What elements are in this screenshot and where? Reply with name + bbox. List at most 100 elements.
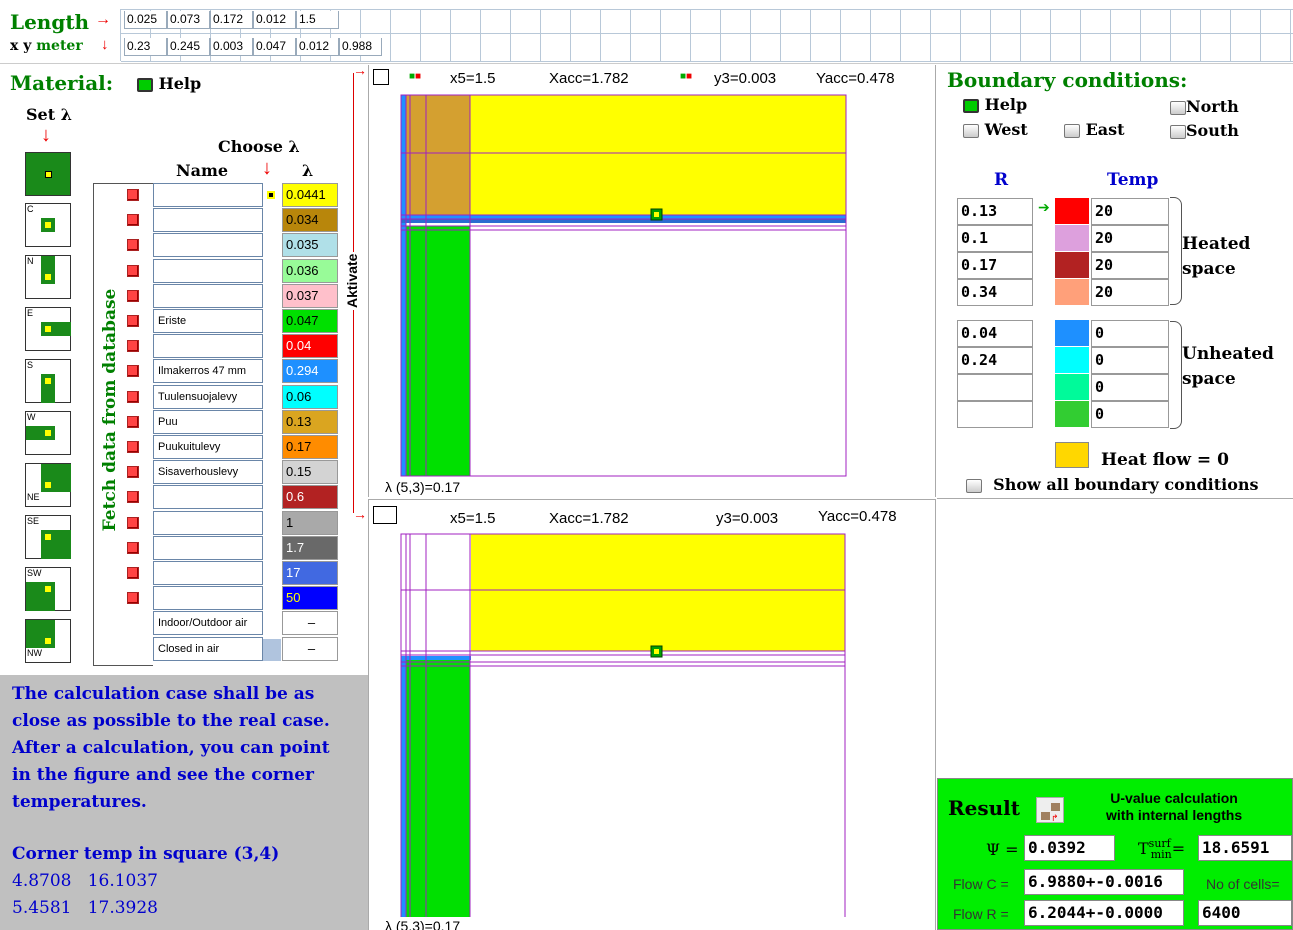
lambda-swatch[interactable]: 0.034 <box>282 208 338 233</box>
temp-color-swatch[interactable] <box>1055 401 1089 427</box>
lambda-swatch[interactable]: 17 <box>282 561 338 585</box>
plot-corner-box[interactable] <box>373 69 389 85</box>
plot-corner-box[interactable] <box>373 506 397 524</box>
material-name-input[interactable] <box>153 233 263 258</box>
material-name-input[interactable] <box>153 258 263 283</box>
bc-west[interactable]: West <box>963 120 1028 139</box>
material-name-input[interactable]: Tuulensuojalevy <box>153 384 263 409</box>
fetch-button[interactable] <box>127 567 139 579</box>
grid-n-icon[interactable]: N <box>25 255 71 299</box>
lambda-swatch[interactable]: 0.0441 <box>282 183 338 207</box>
temp-color-swatch[interactable] <box>1055 198 1089 224</box>
lambda-swatch[interactable]: 0.036 <box>282 258 338 283</box>
lambda-swatch[interactable]: 0.17 <box>282 435 338 459</box>
tsurf-value[interactable]: 18.6591 <box>1198 835 1292 861</box>
r-input[interactable]: 0.04 <box>957 320 1033 347</box>
help-checkbox[interactable] <box>963 98 979 113</box>
lambda-swatch[interactable]: 0.047 <box>282 309 338 333</box>
north-checkbox[interactable] <box>1170 100 1186 115</box>
r-input[interactable] <box>957 401 1033 428</box>
r-input[interactable]: 0.1 <box>957 225 1033 252</box>
cells-value[interactable]: 6400 <box>1198 900 1292 926</box>
fetch-button[interactable] <box>127 214 139 227</box>
temp-color-swatch[interactable] <box>1055 279 1089 305</box>
grid-w-icon[interactable]: W <box>25 411 71 455</box>
lambda-swatch[interactable]: 0.06 <box>282 384 338 409</box>
xy-cell[interactable]: 0.047 <box>253 38 296 56</box>
bc-help[interactable]: Help <box>963 95 1027 114</box>
lambda-swatch[interactable]: 0.13 <box>282 409 338 434</box>
fetch-button[interactable] <box>127 365 139 378</box>
lambda-swatch[interactable]: 0.6 <box>282 485 338 510</box>
fetch-button[interactable] <box>127 592 139 605</box>
material-name-input[interactable]: Eriste <box>153 309 263 333</box>
length-cell[interactable]: 0.172 <box>210 11 253 29</box>
fetch-button[interactable] <box>127 541 139 554</box>
length-cell[interactable]: 0.073 <box>167 11 210 29</box>
lambda-swatch[interactable]: 1 <box>282 510 338 535</box>
xy-cell[interactable]: 0.012 <box>296 38 339 56</box>
material-name-input[interactable] <box>153 510 263 535</box>
fetch-button[interactable] <box>127 264 139 277</box>
r-input[interactable]: 0.24 <box>957 347 1033 374</box>
xy-cell[interactable]: 0.23 <box>124 38 167 56</box>
bc-south[interactable]: South <box>1170 121 1239 140</box>
material-name-input[interactable]: Sisaverhouslevy <box>153 460 263 485</box>
temp-input[interactable]: 0 <box>1091 320 1169 347</box>
east-checkbox[interactable] <box>1064 123 1080 138</box>
length-cell[interactable]: 0.025 <box>124 11 167 29</box>
fetch-button[interactable] <box>127 189 139 201</box>
fetch-button[interactable] <box>127 390 139 403</box>
material-name-input[interactable]: Puukuitulevy <box>153 435 263 459</box>
bc-east[interactable]: East <box>1064 120 1125 139</box>
lambda-swatch[interactable]: 0.294 <box>282 359 338 384</box>
grid-all-icon[interactable] <box>25 152 71 196</box>
temp-color-swatch[interactable] <box>1055 252 1089 278</box>
lambda-swatch[interactable]: 1.7 <box>282 535 338 560</box>
temp-color-swatch[interactable] <box>1055 320 1089 346</box>
help-checkbox[interactable] <box>137 77 153 92</box>
material-name-input[interactable] <box>153 183 263 207</box>
west-checkbox[interactable] <box>963 123 979 138</box>
temp-input[interactable]: 20 <box>1091 279 1169 306</box>
material-name-input[interactable] <box>153 334 263 359</box>
material-name-input[interactable]: Puu <box>153 409 263 434</box>
fetch-button[interactable] <box>127 491 139 504</box>
fetch-button[interactable] <box>127 441 139 453</box>
material-name-input[interactable] <box>153 586 263 611</box>
grid-c-icon[interactable]: C <box>25 203 71 247</box>
plot-top[interactable]: ■■ x5=1.5 Xacc=1.782 ■■ y3=0.003 Yacc=0.… <box>368 65 936 497</box>
fetch-button[interactable] <box>127 340 139 353</box>
lambda-swatch[interactable]: 0.037 <box>282 283 338 308</box>
fetch-button[interactable] <box>127 466 139 479</box>
grid-s-icon[interactable]: S <box>25 359 71 403</box>
result-canvas[interactable] <box>399 532 849 917</box>
material-name-input[interactable] <box>153 561 263 585</box>
temp-color-swatch[interactable] <box>1055 225 1089 251</box>
material-name-input[interactable] <box>153 485 263 510</box>
lambda-swatch[interactable]: 0.035 <box>282 233 338 258</box>
fetch-button[interactable] <box>127 289 139 302</box>
temp-input[interactable]: 20 <box>1091 252 1169 279</box>
bc-north[interactable]: North <box>1170 97 1239 116</box>
r-input[interactable] <box>957 374 1033 401</box>
lambda-swatch[interactable]: 0.04 <box>282 334 338 359</box>
temp-input[interactable]: 20 <box>1091 225 1169 252</box>
plot-bottom[interactable]: x5=1.5 Xacc=1.782 y3=0.003 Yacc=0.478 λ … <box>368 499 936 930</box>
material-name-input[interactable]: Ilmakerros 47 mm <box>153 359 263 384</box>
geometry-canvas[interactable] <box>399 93 849 478</box>
lambda-swatch[interactable]: 50 <box>282 586 338 611</box>
fetch-button[interactable] <box>127 315 139 327</box>
psi-value[interactable]: 0.0392 <box>1024 835 1115 861</box>
r-input[interactable]: 0.34 <box>957 279 1033 306</box>
show-all-checkbox[interactable] <box>966 478 982 493</box>
temp-input[interactable]: 20 <box>1091 198 1169 225</box>
show-all[interactable]: Show all boundary conditions <box>966 475 1259 494</box>
lambda-swatch[interactable]: 0.15 <box>282 460 338 485</box>
grid-se-icon[interactable]: SE <box>25 515 71 559</box>
south-checkbox[interactable] <box>1170 124 1186 139</box>
grid-e-icon[interactable]: E <box>25 307 71 351</box>
temp-color-swatch[interactable] <box>1055 374 1089 400</box>
graph-icon[interactable]: ↱ <box>1036 797 1064 823</box>
material-name-input[interactable] <box>153 535 263 560</box>
